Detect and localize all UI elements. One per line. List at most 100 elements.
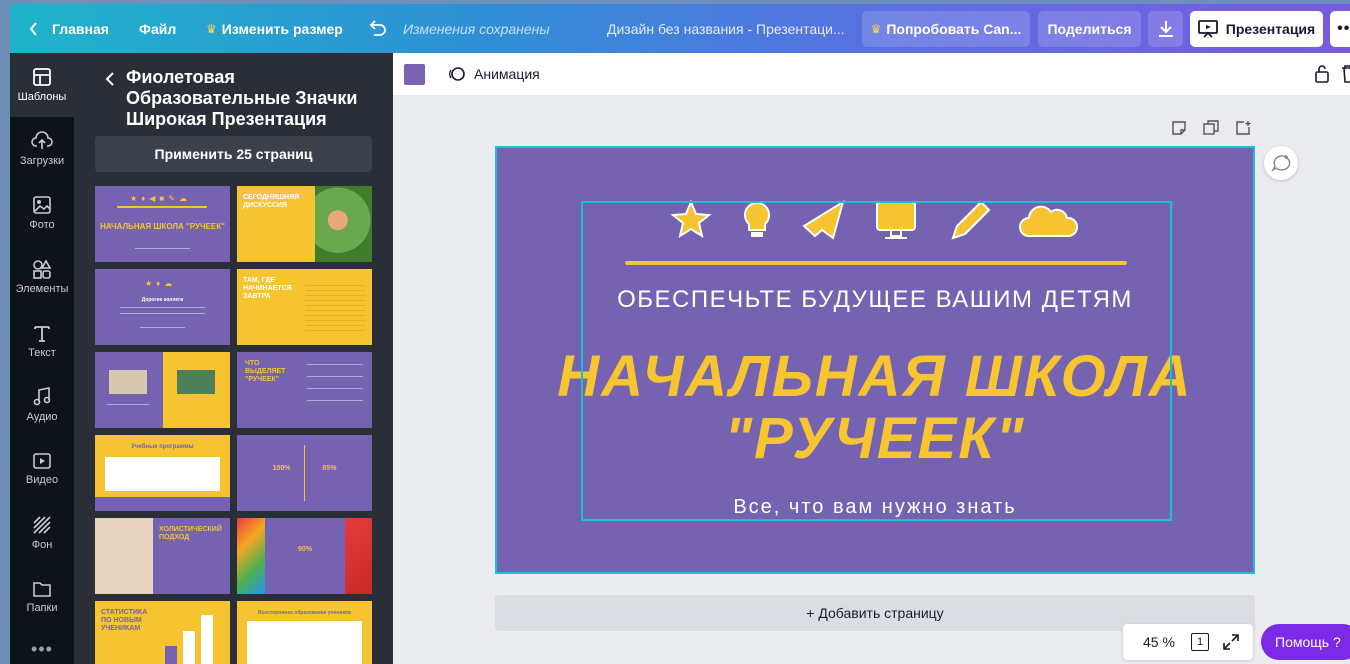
folder-icon (33, 582, 51, 597)
present-label: Презентация (1225, 21, 1316, 37)
rail-item-templates[interactable]: Шаблоны (10, 53, 74, 117)
template-thumb[interactable]: 100% 85% (237, 435, 372, 511)
template-thumb[interactable]: СТАТИСТИКА ПО НОВЫМ УЧЕНИКАМ (95, 601, 230, 664)
elements-icon (33, 259, 52, 279)
rail-item-folders[interactable]: Папки (10, 565, 74, 629)
undo-icon (369, 19, 386, 36)
rail-item-audio[interactable]: Аудио (10, 373, 74, 437)
photo-icon (33, 196, 51, 214)
resize-button[interactable]: ♛ Изменить размер (206, 4, 343, 53)
thumb-line (307, 376, 363, 377)
thumb-photo (177, 370, 215, 394)
thumb-title: Учебные программы (131, 444, 194, 450)
try-pro-label: Попробовать Can... (886, 21, 1022, 37)
thumb-icons: ★♦☁ (145, 279, 177, 288)
back-chevron-icon[interactable] (104, 71, 116, 87)
color-swatch[interactable] (404, 64, 425, 85)
thumb-line (120, 307, 205, 308)
rail-label: Элементы (15, 283, 69, 295)
rail-label: Шаблоны (17, 91, 67, 103)
rail-item-uploads[interactable]: Загрузки (10, 117, 74, 181)
animation-label: Анимация (474, 66, 540, 82)
thumb-rule (117, 206, 207, 208)
workspace: Анимация ОБЕСПЕЧЬТЕ БУДУЩЕЕ ВАШИМ ДЕТЯМ … (393, 53, 1350, 664)
present-button[interactable]: Презентация (1190, 11, 1323, 47)
thumb-title: Всестороннее образование учеников (257, 610, 352, 616)
template-thumb[interactable]: ХОЛИСТИЧЕСКИЙ ПОДХОД (95, 518, 230, 594)
rail-item-photos[interactable]: Фото (10, 181, 74, 245)
template-thumb[interactable]: 90% (237, 518, 372, 594)
zoom-controls: 45 % 1 (1123, 624, 1253, 660)
try-pro-button[interactable]: ♛ Попробовать Can... (862, 11, 1030, 47)
comment-button[interactable] (1264, 146, 1298, 180)
template-thumb[interactable]: ★♦☁ Дорогие коллеги (95, 269, 230, 345)
thumb-line (307, 388, 363, 389)
thumb-title: СЕГОДНЯШНЯЯ ДИСКУССИЯ (243, 194, 300, 209)
thumb-line (307, 364, 363, 365)
top-bar: Главная Файл ♛ Изменить размер Изменения… (10, 4, 1350, 53)
crown-icon: ♛ (870, 22, 882, 36)
rail-item-elements[interactable]: Элементы (10, 245, 74, 309)
download-button[interactable] (1148, 11, 1183, 47)
animation-button[interactable]: Анимация (448, 53, 540, 95)
undo-button[interactable] (367, 4, 387, 53)
thumb-photo (109, 370, 147, 394)
template-thumb[interactable] (95, 352, 230, 428)
thumb-line (107, 404, 149, 405)
rail-label: Аудио (26, 411, 58, 423)
help-button[interactable]: Помощь ? (1261, 624, 1350, 660)
thumb-title: 90% (297, 546, 312, 553)
thumb-cards (105, 457, 220, 491)
home-button[interactable]: Главная (28, 4, 109, 53)
template-thumb[interactable]: ЧТО ВЫДЕЛЯЕТ "РУЧЕЕК" (237, 352, 372, 428)
rail-item-video[interactable]: Видео (10, 437, 74, 501)
rail-item-background[interactable]: Фон (10, 501, 74, 565)
thumb-line (140, 327, 185, 328)
share-button[interactable]: Поделиться (1038, 11, 1141, 47)
editor-toolbar: Анимация (393, 53, 1350, 95)
saved-status: Изменения сохранены (403, 20, 550, 37)
document-title[interactable]: Дизайн без названия - Презентаци... (607, 4, 845, 53)
thumb-line (135, 248, 190, 249)
template-thumb[interactable]: Учебные программы (95, 435, 230, 511)
thumb-footer (95, 497, 230, 511)
audio-icon (33, 387, 51, 406)
note-icon[interactable] (1171, 120, 1187, 136)
thumb-photo (315, 186, 372, 262)
thumb-photo (95, 518, 153, 594)
thumb-title: НАЧАЛЬНАЯ ШКОЛА "РУЧЕЕК" (100, 222, 225, 231)
template-thumb[interactable]: ТАМ, ГДЕ НАЧИНАЕТСЯ ЗАВТРА (237, 269, 372, 345)
resize-label: Изменить размер (221, 20, 343, 37)
home-label: Главная (52, 20, 109, 37)
rail-label: Фото (29, 219, 55, 231)
fullscreen-icon[interactable] (1223, 634, 1239, 650)
thumb-table (247, 621, 362, 664)
apply-pages-button[interactable]: Применить 25 страниц (95, 136, 372, 172)
add-page-icon[interactable] (1235, 120, 1251, 136)
thumb-title: ЧТО ВЫДЕЛЯЕТ "РУЧЕЕК" (245, 360, 286, 383)
rail-item-text[interactable]: Текст (10, 309, 74, 373)
trash-icon[interactable] (1341, 64, 1350, 84)
file-menu[interactable]: Файл (139, 4, 176, 53)
duplicate-page-icon[interactable] (1203, 120, 1219, 136)
thumb-photo (237, 518, 265, 594)
thumb-line (307, 400, 363, 401)
more-button[interactable]: ••• (1330, 11, 1350, 47)
template-thumb[interactable]: ★♦◀■✎☁ НАЧАЛЬНАЯ ШКОЛА "РУЧЕЕК" (95, 186, 230, 262)
template-thumb[interactable]: СЕГОДНЯШНЯЯ ДИСКУССИЯ (237, 186, 372, 262)
thumb-body (305, 281, 365, 331)
page-count[interactable]: 1 (1191, 633, 1209, 651)
text-icon (34, 326, 50, 342)
presentation-icon (1197, 20, 1218, 38)
template-thumb[interactable]: Всестороннее образование учеников (237, 601, 372, 664)
more-apps-icon[interactable]: ••• (10, 639, 74, 660)
rail-label: Текст (28, 347, 56, 359)
slide-canvas[interactable]: ОБЕСПЕЧЬТЕ БУДУЩЕЕ ВАШИМ ДЕТЯМ НАЧАЛЬНАЯ… (495, 146, 1255, 574)
rail-label: Видео (25, 474, 59, 486)
thumb-bar (201, 615, 213, 664)
lock-icon[interactable] (1314, 64, 1330, 84)
animation-icon (449, 67, 465, 81)
zoom-level[interactable]: 45 % (1143, 624, 1175, 660)
thumb-title: Дорогие коллеги (141, 297, 184, 303)
video-icon (33, 453, 51, 469)
